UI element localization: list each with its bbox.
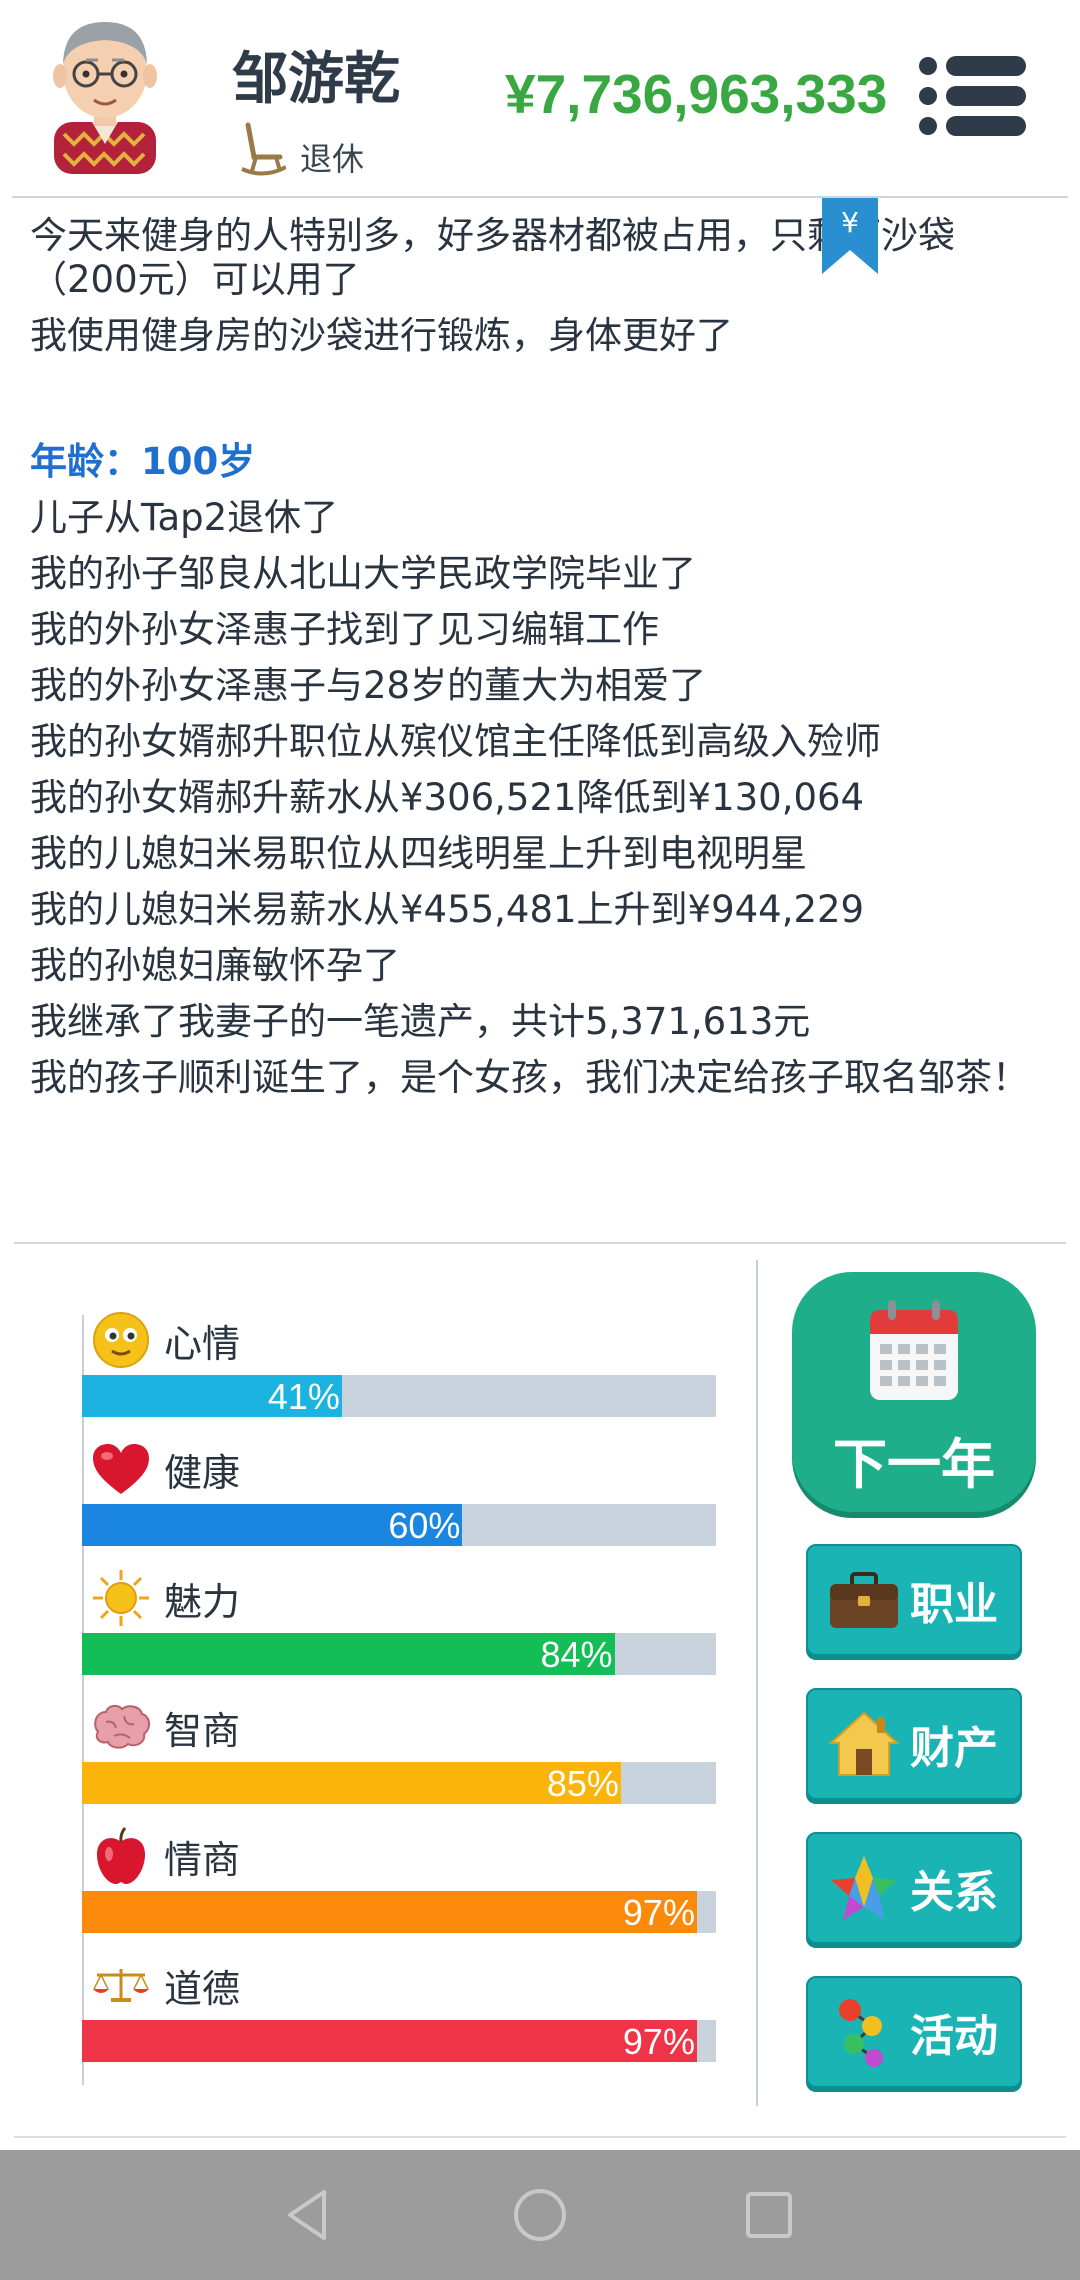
briefcase-icon — [826, 1562, 902, 1638]
stat-label: 健康 — [164, 1450, 241, 1495]
log-line: 我的孙女婿郝升职位从殡仪馆主任降低到高级入殓师 — [30, 720, 881, 763]
bookmark-symbol: ¥ — [841, 206, 859, 239]
stat-label: 智商 — [164, 1708, 241, 1753]
log-line: 我的外孙女泽惠子与28岁的董大为相爱了 — [30, 664, 707, 707]
stat-bar-track: 84% — [82, 1633, 716, 1675]
stat-percent: 97% — [622, 2021, 695, 2062]
scales-icon — [90, 1954, 152, 2016]
stat-percent: 85% — [546, 1763, 619, 1804]
home-icon[interactable] — [509, 2184, 571, 2246]
stat-bar-fill: 60% — [82, 1504, 463, 1546]
system-nav-bar — [0, 2150, 1080, 2280]
log-line: 儿子从Tap2退休了 — [30, 496, 339, 539]
stat-label: 心情 — [164, 1321, 241, 1366]
stat-eq: 情商 97% — [82, 1821, 716, 1933]
apple-icon — [90, 1825, 152, 1887]
stat-percent: 97% — [622, 1892, 695, 1933]
relations-label: 关系 — [910, 1867, 998, 1918]
stat-bar-fill: 97% — [82, 1891, 697, 1933]
stat-label: 道德 — [164, 1966, 241, 2011]
stat-bar-track: 97% — [82, 1891, 716, 1933]
star-icon — [826, 1850, 902, 1926]
stat-charm: 魅力 84% — [82, 1563, 716, 1675]
log-line: 我的孙女婿郝升薪水从¥306,521降低到¥130,064 — [30, 776, 865, 819]
activities-label: 活动 — [910, 2011, 998, 2062]
bookmark-ribbon-icon[interactable]: ¥ — [822, 198, 878, 276]
stats-panel: 心情 41% 健康 60% 魅力 84% 智商 85% 情商 97% 道德 97… — [0, 1245, 760, 2105]
menu-list-icon[interactable] — [918, 54, 1028, 138]
stat-label: 魅力 — [164, 1579, 241, 1624]
activities-button[interactable]: 活动 — [806, 1976, 1022, 2088]
back-icon[interactable] — [278, 2184, 340, 2246]
relations-button[interactable]: 关系 — [806, 1832, 1022, 1944]
stat-health: 健康 60% — [82, 1434, 716, 1546]
next-year-button[interactable]: 下一年 — [792, 1272, 1036, 1512]
next-year-label: 下一年 — [833, 1433, 995, 1496]
status-badge: 退休 — [240, 120, 364, 180]
stat-bar-fill: 84% — [82, 1633, 615, 1675]
log-line: 我的儿媳妇米易职位从四线明星上升到电视明星 — [30, 832, 807, 875]
stat-bar-track: 60% — [82, 1504, 716, 1546]
property-button[interactable]: 财产 — [806, 1688, 1022, 1800]
rocking-chair-icon — [241, 122, 286, 176]
stat-bar-fill: 41% — [82, 1375, 342, 1417]
panel-divider — [756, 1260, 758, 2106]
house-icon — [826, 1706, 902, 1782]
recent-apps-icon[interactable] — [738, 2184, 800, 2246]
log-line: 我继承了我妻子的一笔遗产，共计5,371,613元 — [30, 1000, 811, 1043]
brain-icon — [90, 1696, 152, 1758]
old-man-avatar-icon[interactable] — [50, 14, 160, 174]
event-log[interactable]: 我去健身房锻炼了身体 今天来健身的人特别多，好多器材都被占用，只剩下沙袋（200… — [30, 160, 1050, 1180]
log-line: 今天来健身的人特别多，好多器材都被占用，只剩下沙袋（200元）可以用了 — [30, 214, 955, 301]
stat-percent: 60% — [388, 1505, 461, 1546]
calendar-icon — [870, 1300, 958, 1400]
log-line: 我的儿媳妇米易薪水从¥455,481上升到¥944,229 — [30, 888, 865, 931]
age-heading: 年龄：100岁 — [30, 440, 256, 483]
player-name: 邹游乾 — [232, 47, 400, 112]
status-label: 退休 — [300, 140, 365, 178]
stat-label: 情商 — [164, 1837, 241, 1882]
log-line: 我的孙媳妇廉敏怀孕了 — [30, 944, 400, 987]
log-divider — [14, 1242, 1066, 1244]
log-line: 我的孙子邹良从北山大学民政学院毕业了 — [30, 552, 696, 595]
stat-bar-fill: 85% — [82, 1762, 621, 1804]
stat-bar-track: 85% — [82, 1762, 716, 1804]
money-balance: ¥7,736,963,333 — [505, 63, 888, 125]
sun-icon — [90, 1567, 152, 1629]
log-line: 我的外孙女泽惠子找到了见习编辑工作 — [30, 608, 659, 651]
smiley-icon — [90, 1309, 152, 1371]
activities-dots-icon — [826, 1994, 902, 2070]
career-label: 职业 — [910, 1579, 998, 1630]
heart-icon — [90, 1438, 152, 1500]
career-button[interactable]: 职业 — [806, 1544, 1022, 1656]
property-label: 财产 — [910, 1723, 998, 1774]
log-line: 我的孩子顺利诞生了，是个女孩，我们决定给孩子取名邹茶！ — [30, 1056, 1029, 1099]
top-header: 邹游乾 退休 ¥7,736,963,333 — [0, 0, 1080, 196]
stat-mood: 心情 41% — [82, 1305, 716, 1417]
stat-percent: 84% — [540, 1634, 613, 1675]
stat-morality: 道德 97% — [82, 1950, 716, 2062]
stat-bar-track: 97% — [82, 2020, 716, 2062]
stat-bar-fill: 97% — [82, 2020, 697, 2062]
stat-iq: 智商 85% — [82, 1692, 716, 1804]
bottom-divider — [14, 2136, 1066, 2138]
log-line: 我使用健身房的沙袋进行锻炼，身体更好了 — [30, 314, 733, 357]
stat-bar-track: 41% — [82, 1375, 716, 1417]
stat-percent: 41% — [267, 1376, 340, 1417]
